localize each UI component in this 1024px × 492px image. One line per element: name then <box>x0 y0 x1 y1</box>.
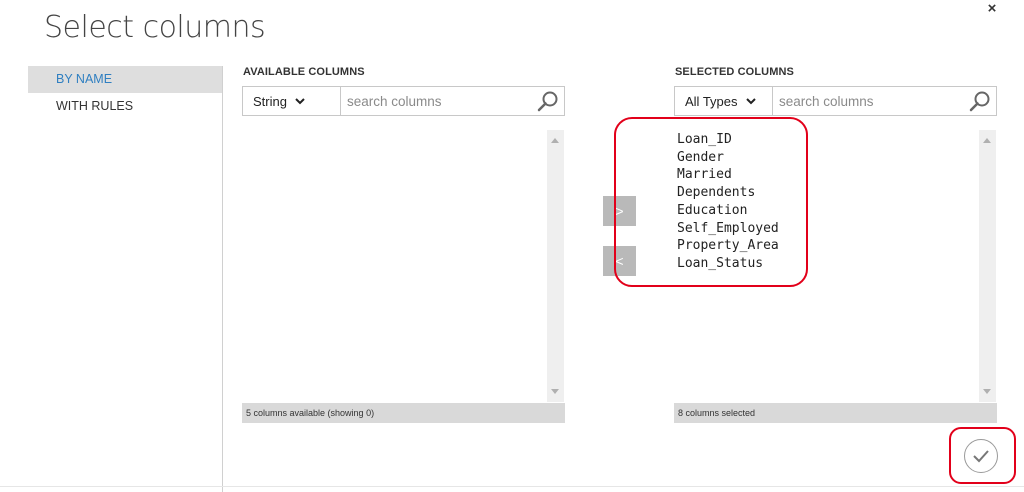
close-icon[interactable]: × <box>984 0 1000 18</box>
add-column-button[interactable]: > <box>603 196 636 226</box>
sidebar: BY NAME WITH RULES <box>28 66 223 492</box>
selected-type-dropdown[interactable]: All Types <box>675 87 773 115</box>
remove-column-button[interactable]: < <box>603 246 636 276</box>
scroll-down-icon[interactable] <box>983 389 991 394</box>
scroll-down-icon[interactable] <box>551 389 559 394</box>
available-search-input[interactable] <box>347 93 564 109</box>
available-type-value: String <box>253 93 287 109</box>
dialog-bottom-border <box>0 486 1024 487</box>
chevron-down-icon <box>745 98 756 105</box>
selected-scrollbar[interactable] <box>979 130 996 402</box>
scroll-up-icon[interactable] <box>983 138 991 143</box>
search-icon[interactable] <box>536 90 560 114</box>
list-item[interactable]: Loan_Status <box>677 255 779 273</box>
selected-columns-header: SELECTED COLUMNS <box>675 66 794 78</box>
available-filter-bar: String <box>242 86 565 116</box>
list-item[interactable]: Loan_ID <box>677 131 779 149</box>
selected-columns-items: Loan_ID Gender Married Dependents Educat… <box>677 131 779 273</box>
selected-status: 8 columns selected <box>674 403 997 423</box>
available-status: 5 columns available (showing 0) <box>242 403 565 423</box>
chevron-down-icon <box>295 98 305 105</box>
available-scrollbar[interactable] <box>547 130 564 402</box>
selected-filter-bar: All Types <box>674 86 997 116</box>
available-type-dropdown[interactable]: String <box>243 87 341 115</box>
list-item[interactable]: Gender <box>677 149 779 167</box>
list-item[interactable]: Education <box>677 202 779 220</box>
dialog-title: Select columns <box>44 10 266 45</box>
confirm-button[interactable] <box>964 439 998 473</box>
list-item[interactable]: Married <box>677 166 779 184</box>
search-icon[interactable] <box>968 90 992 114</box>
sidebar-item-by-name[interactable]: BY NAME <box>28 66 222 93</box>
sidebar-item-with-rules[interactable]: WITH RULES <box>28 93 222 120</box>
list-item[interactable]: Dependents <box>677 184 779 202</box>
selected-type-value: All Types <box>685 93 738 109</box>
selected-search-box <box>773 87 996 115</box>
list-item[interactable]: Self_Employed <box>677 220 779 238</box>
available-search-box <box>341 87 564 115</box>
scroll-up-icon[interactable] <box>551 138 559 143</box>
available-columns-header: AVAILABLE COLUMNS <box>243 66 365 78</box>
selected-search-input[interactable] <box>779 93 996 109</box>
available-columns-list[interactable] <box>242 130 565 402</box>
checkmark-icon <box>973 450 989 463</box>
list-item[interactable]: Property_Area <box>677 237 779 255</box>
